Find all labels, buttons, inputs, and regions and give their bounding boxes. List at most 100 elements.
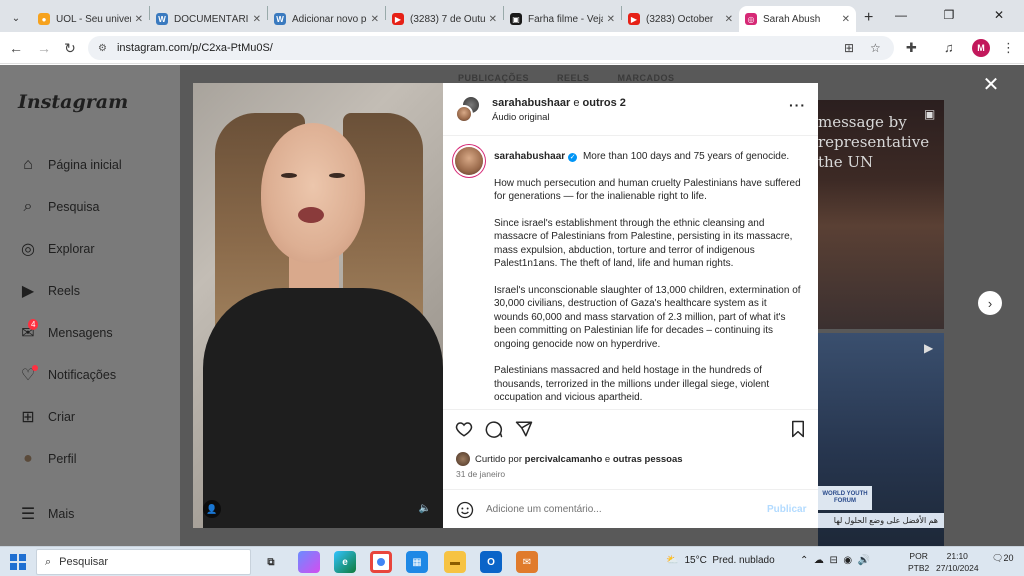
nav-item-label: Reels [48,284,80,298]
close-window-button[interactable]: ✕ [976,0,1022,30]
tagged-users-icon[interactable]: 👤 [203,500,221,518]
caption-paragraph: How much persecution and human cruelty P… [494,177,801,203]
header-others[interactable]: outros 2 [583,97,626,109]
messages-badge: 4 [28,319,39,330]
tab-title: DOCUMENTÁRIO [174,13,249,25]
tab-search-button[interactable]: ⌄ [4,6,28,30]
taskbar-search-label: Pesquisar [59,556,109,568]
site-info-icon[interactable]: ⚙ [98,43,107,54]
windows-start-icon[interactable] [10,554,26,570]
file-explorer-icon[interactable]: ▬ [444,551,466,573]
close-tab-icon[interactable]: ✕ [135,14,143,25]
back-button[interactable]: ← [6,38,26,58]
comment-box: Adicione um comentário... Publicar [443,489,818,528]
new-tab-button[interactable]: + [864,9,873,27]
close-tab-icon[interactable]: ✕ [371,14,379,25]
browser-tab[interactable]: ▶ (3283) October ✕ [622,6,739,32]
nav-item[interactable]: ● Perfil [18,447,76,471]
instagram-logo[interactable]: Instagram [18,91,128,113]
post-date[interactable]: 31 de janeiro [456,469,505,479]
browser-tab[interactable]: W Adicionar novo post ✕ [268,6,385,32]
address-input[interactable]: ⚙ instagram.com/p/C2xa-PtMu0S/ ⊞ ☆ [88,36,894,60]
post-video[interactable]: 👤 🔈 [193,83,443,528]
minimize-button[interactable]: — [878,0,924,30]
profile-post-thumbnail[interactable]: message by representative the UN [818,100,944,329]
author-avatar[interactable] [455,105,473,123]
close-tab-icon[interactable]: ✕ [253,14,261,25]
search-icon: ⌕ [45,555,52,568]
more-options-icon[interactable]: ··· [789,97,806,113]
bookmark-star-icon[interactable]: ☆ [870,41,881,55]
publish-button[interactable]: Publicar [767,504,806,515]
restore-button[interactable]: ❐ [926,0,972,30]
chrome-icon[interactable] [370,551,392,573]
close-tab-icon[interactable]: ✕ [489,14,497,25]
verified-badge-icon: ✓ [568,153,578,162]
nav-item[interactable]: ⌕ Pesquisa [18,195,100,219]
store-icon[interactable]: ▦ [406,551,428,573]
nav-item[interactable]: ✉ 4 Mensagens [18,319,113,345]
like-heart-icon[interactable] [454,419,474,439]
browser-tab[interactable]: ● UOL - Seu universo online ✕ [32,6,149,32]
app-icon[interactable]: ✉ [516,551,538,573]
comment-input[interactable]: Adicione um comentário... [486,504,602,515]
notification-center-icon[interactable]: 🗨20 [992,553,1013,564]
original-audio-link[interactable]: Áudio original [492,112,550,123]
media-control-icon[interactable]: ♫ [944,40,954,55]
nav-item[interactable]: ⌂ Página inicial [18,153,122,177]
profile-tab[interactable]: REELS [557,73,590,83]
close-modal-button[interactable]: ✕ [982,74,1000,96]
edge-icon[interactable]: e [334,551,356,573]
share-icon[interactable] [514,419,534,439]
weather-desc: Pred. nublado [712,555,775,566]
nav-item[interactable]: ▶ Reels [18,279,80,303]
nav-item-label: Mensagens [48,326,113,340]
volume-icon[interactable]: 🔈 [419,503,431,514]
forward-button[interactable]: → [34,38,54,58]
save-bookmark-icon[interactable] [788,419,808,439]
profile-tab[interactable]: MARCADOS [618,73,675,83]
next-post-button[interactable]: › [978,291,1002,315]
taskbar-clock[interactable]: 21:10 27/10/2024 [936,550,979,574]
profile-avatar-button[interactable]: M [972,39,990,57]
outlook-icon[interactable]: O [480,551,502,573]
browser-tab[interactable]: ◎ Sarah Abush ✕ [739,6,856,32]
close-tab-icon[interactable]: ✕ [607,14,615,25]
liked-others[interactable]: outras pessoas [613,454,683,465]
close-tab-icon[interactable]: ✕ [725,14,733,25]
reload-button[interactable]: ↻ [60,38,80,58]
caption-avatar[interactable] [455,147,483,175]
browser-tab[interactable]: ▶ (3283) 7 de Outubro ✕ [386,6,503,32]
messenger-icon: ✉ 4 [18,319,39,343]
system-tray[interactable]: ⌃ ☁ ⊟ ◉ 🔊 [800,555,870,566]
copilot-icon[interactable] [298,551,320,573]
browser-tab[interactable]: ▣ Farha filme - Veja ✕ [504,6,621,32]
emoji-icon[interactable] [456,501,474,519]
nav-item[interactable]: ☰ Mais [18,502,75,526]
extensions-icon[interactable]: ✚ [906,40,917,56]
taskbar-search[interactable]: ⌕ Pesquisar [36,549,251,575]
nav-item[interactable]: ◎ Explorar [18,237,95,261]
nav-item[interactable]: ⊞ Criar [18,405,75,429]
language-indicator[interactable]: POR PTB2 [908,550,929,574]
browser-menu-icon[interactable]: ⋮ [1002,40,1015,56]
tab-title: Sarah Abush [763,13,821,25]
install-app-icon[interactable]: ⊞ [844,41,854,55]
post-caption: sarahabushaar ✓ More than 100 days and 75… [443,137,818,409]
close-tab-icon[interactable]: ✕ [842,14,850,25]
liker-avatar[interactable] [456,452,470,466]
comment-icon[interactable] [484,419,504,439]
caption-username[interactable]: sarahabushaar [494,151,565,162]
tab-favicon-icon: ▶ [392,13,404,25]
tab-favicon-icon: ● [38,13,50,25]
profile-tab[interactable]: PUBLICAÇÕES [458,73,529,83]
nav-item[interactable]: ♡ Notificações [18,363,116,387]
task-view-icon[interactable]: ⧉ [260,551,282,573]
liker-username[interactable]: percivalcamanho [525,454,603,465]
weather-widget[interactable]: ⛅ 15°C Pred. nublado [666,555,775,566]
browser-tab[interactable]: W DOCUMENTÁRIO ✕ [150,6,267,32]
profile-post-thumbnail[interactable]: WORLD YOUTH FORUM هم الأفضل على وضع الحل… [818,333,944,546]
video-play-icon: ▶ [924,341,934,355]
tab-title: (3283) October [646,13,714,25]
header-username[interactable]: sarahabushaar [492,97,570,109]
